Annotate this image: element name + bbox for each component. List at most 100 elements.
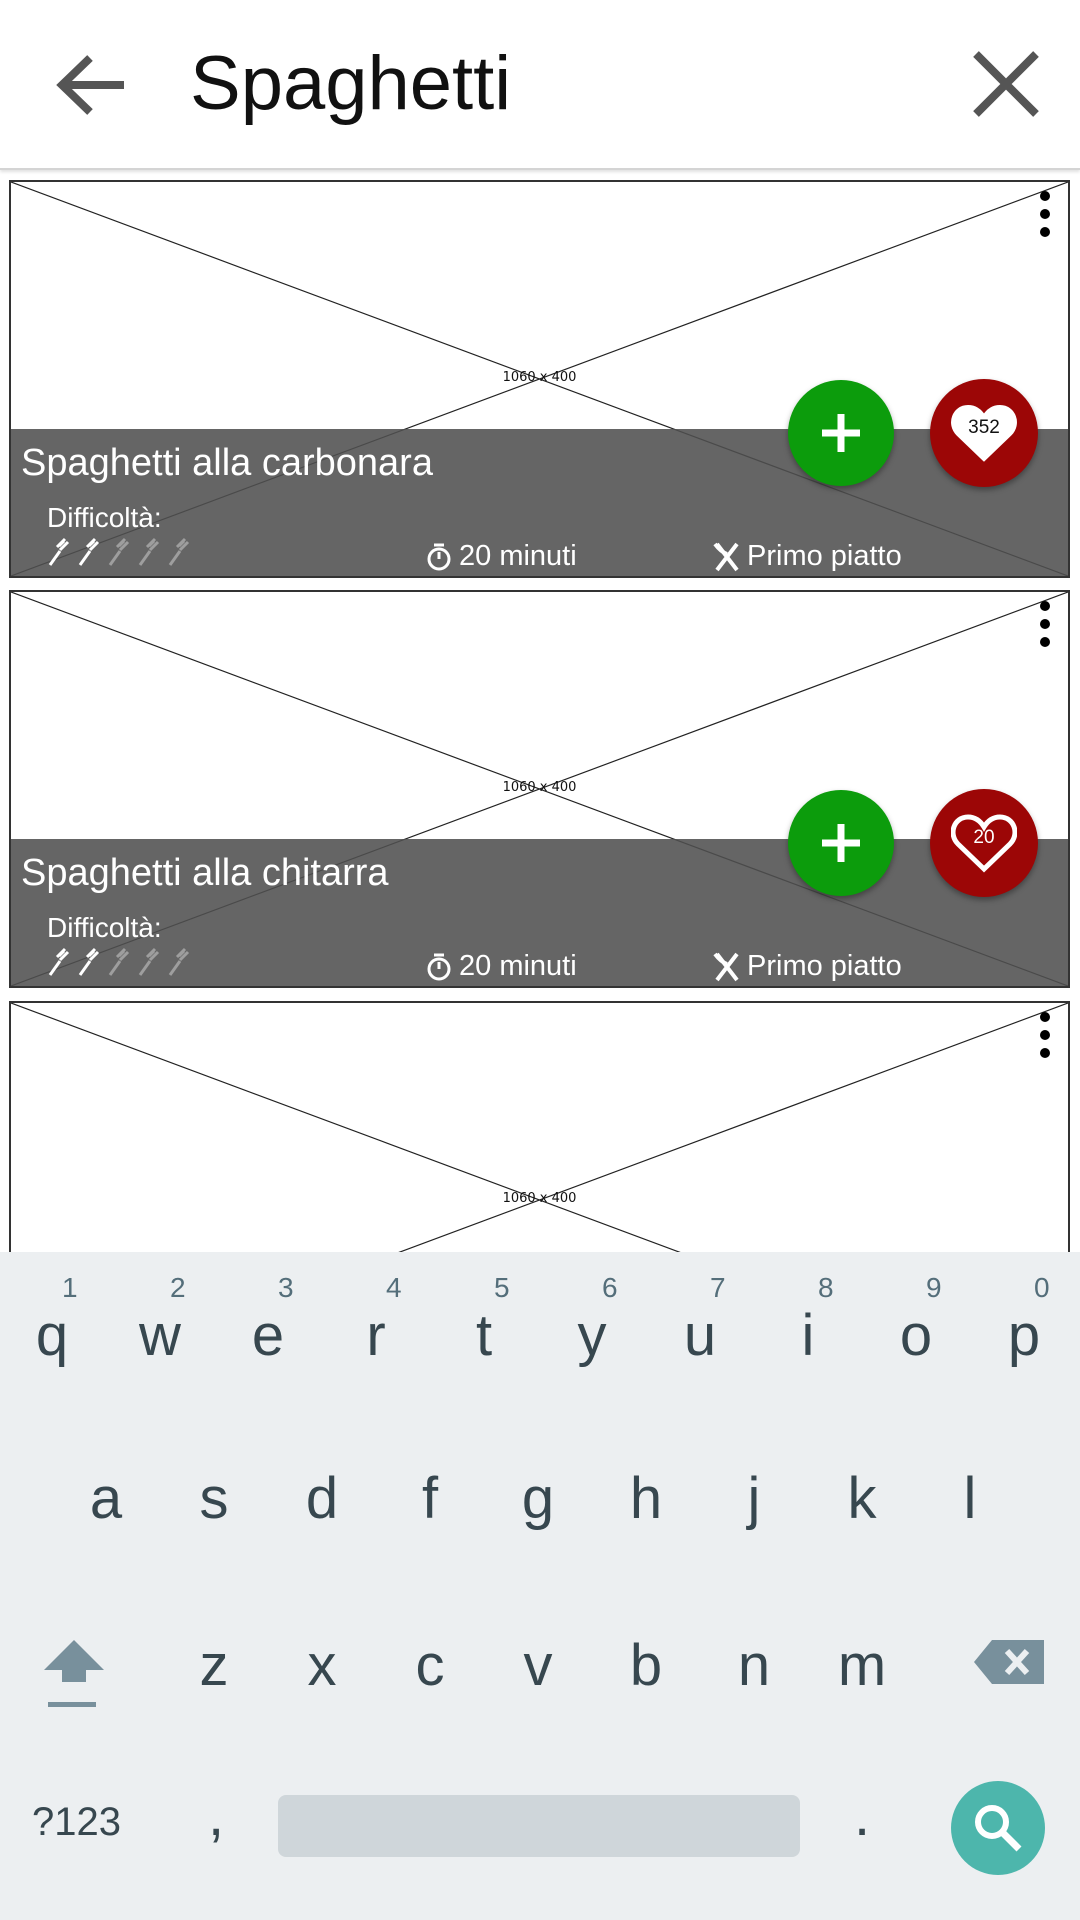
soft-keyboard: q1w2e3r4t5y6u7i8o9p0 asdfghjkl zxcvbnm ?… [0,1252,1080,1920]
key-label: p [1007,1303,1041,1368]
key-o[interactable]: o9 [862,1252,970,1402]
key-number-hint: 6 [602,1272,618,1303]
recipe-card[interactable]: 1060 x 400 Spaghetti alla chitarra Diffi… [9,590,1070,988]
key-z[interactable]: z [160,1582,268,1732]
more-options-button[interactable] [1033,598,1057,650]
more-vert-icon [1040,601,1050,647]
key-m[interactable]: m [808,1582,916,1732]
fork-knife-icon [713,952,739,981]
course-type: Primo piatto [713,540,902,573]
key-n[interactable]: n [700,1582,808,1732]
more-options-button[interactable] [1033,188,1057,240]
key-h[interactable]: h [592,1415,700,1565]
key-label: m [837,1633,887,1698]
key-e[interactable]: e3 [214,1252,322,1402]
key-number-hint: 3 [278,1272,294,1303]
space-key[interactable] [278,1795,800,1857]
fork-filled-icon [48,947,70,976]
key-label: g [521,1466,555,1531]
shift-key[interactable] [20,1602,128,1752]
key-label: n [737,1633,771,1698]
fork-empty-icon [138,947,160,976]
key-number-hint: 7 [710,1272,726,1303]
shift-arrow-icon [44,1640,104,1707]
key-g[interactable]: g [484,1415,592,1565]
back-button[interactable] [52,44,134,126]
key-f[interactable]: f [376,1415,484,1565]
difficulty-rating [47,537,191,567]
key-label: y [577,1303,607,1368]
course-type-value: Primo piatto [747,950,902,982]
key-l[interactable]: l [916,1415,1024,1565]
key-label: u [683,1303,717,1368]
key-s[interactable]: s [160,1415,268,1565]
key-label: j [747,1466,761,1531]
key-number-hint: 2 [170,1272,186,1303]
add-recipe-button[interactable] [788,790,894,896]
key-q[interactable]: q1 [0,1252,106,1402]
key-number-hint: 1 [62,1272,78,1303]
backspace-key[interactable] [952,1602,1060,1752]
favorite-button[interactable]: 20 [930,789,1038,897]
timer-icon [427,543,451,570]
search-icon [975,1805,1022,1852]
arrow-back-icon [56,55,124,115]
key-label: h [629,1466,663,1531]
recipe-card[interactable]: 1060 x 400 [9,1001,1070,1252]
key-r[interactable]: r4 [322,1252,430,1402]
favorite-button[interactable]: 352 [930,379,1038,487]
likes-count: 20 [973,827,995,848]
more-vert-icon [1040,191,1050,237]
recipe-card[interactable]: 1060 x 400 Spaghetti alla carbonara Diff… [9,180,1070,578]
key-i[interactable]: i8 [754,1252,862,1402]
key-number-hint: 9 [926,1272,942,1303]
search-bar: Spaghetti [0,0,1080,170]
fork-filled-icon [48,537,70,566]
symbols-key[interactable]: ?123 [32,1800,121,1845]
key-number-hint: 4 [386,1272,402,1303]
key-k[interactable]: k [808,1415,916,1565]
difficulty-rating [47,947,191,977]
timer-icon [427,953,451,980]
key-p[interactable]: p0 [970,1252,1078,1402]
period-key[interactable]: . [808,1772,916,1872]
key-u[interactable]: u7 [646,1252,754,1402]
key-number-hint: 0 [1034,1272,1050,1303]
difficulty-label: Difficoltà: [47,912,162,943]
fork-knife-icon [713,542,739,571]
key-label: z [199,1633,229,1698]
key-y[interactable]: y6 [538,1252,646,1402]
prep-time: 20 minuti [425,540,577,573]
search-input[interactable]: Spaghetti [190,36,511,132]
key-b[interactable]: b [592,1582,700,1732]
key-label: l [963,1466,977,1531]
placeholder-size-label: 1060 x 400 [502,780,577,795]
prep-time: 20 minuti [425,950,577,983]
fork-empty-icon [108,947,130,976]
key-v[interactable]: v [484,1582,592,1732]
comma-key[interactable]: , [162,1772,270,1872]
course-type: Primo piatto [713,950,902,983]
clear-search-button[interactable] [960,44,1050,126]
key-label: b [629,1633,663,1698]
search-key[interactable] [951,1781,1045,1875]
key-a[interactable]: a [52,1415,160,1565]
backspace-icon [974,1640,1044,1684]
key-w[interactable]: w2 [106,1252,214,1402]
key-t[interactable]: t5 [430,1252,538,1402]
more-vert-icon [1040,1012,1050,1058]
key-label: e [251,1303,285,1368]
key-c[interactable]: c [376,1582,484,1732]
key-x[interactable]: x [268,1582,376,1732]
key-label: s [199,1466,229,1531]
more-options-button[interactable] [1033,1009,1057,1061]
recipe-title: Spaghetti alla chitarra [21,852,389,894]
key-label: k [847,1466,877,1531]
key-j[interactable]: j [700,1415,808,1565]
close-icon [973,51,1039,117]
key-d[interactable]: d [268,1415,376,1565]
prep-time-value: 20 minuti [459,540,577,572]
fork-filled-icon [78,947,100,976]
add-recipe-button[interactable] [788,380,894,486]
prep-time-value: 20 minuti [459,950,577,982]
